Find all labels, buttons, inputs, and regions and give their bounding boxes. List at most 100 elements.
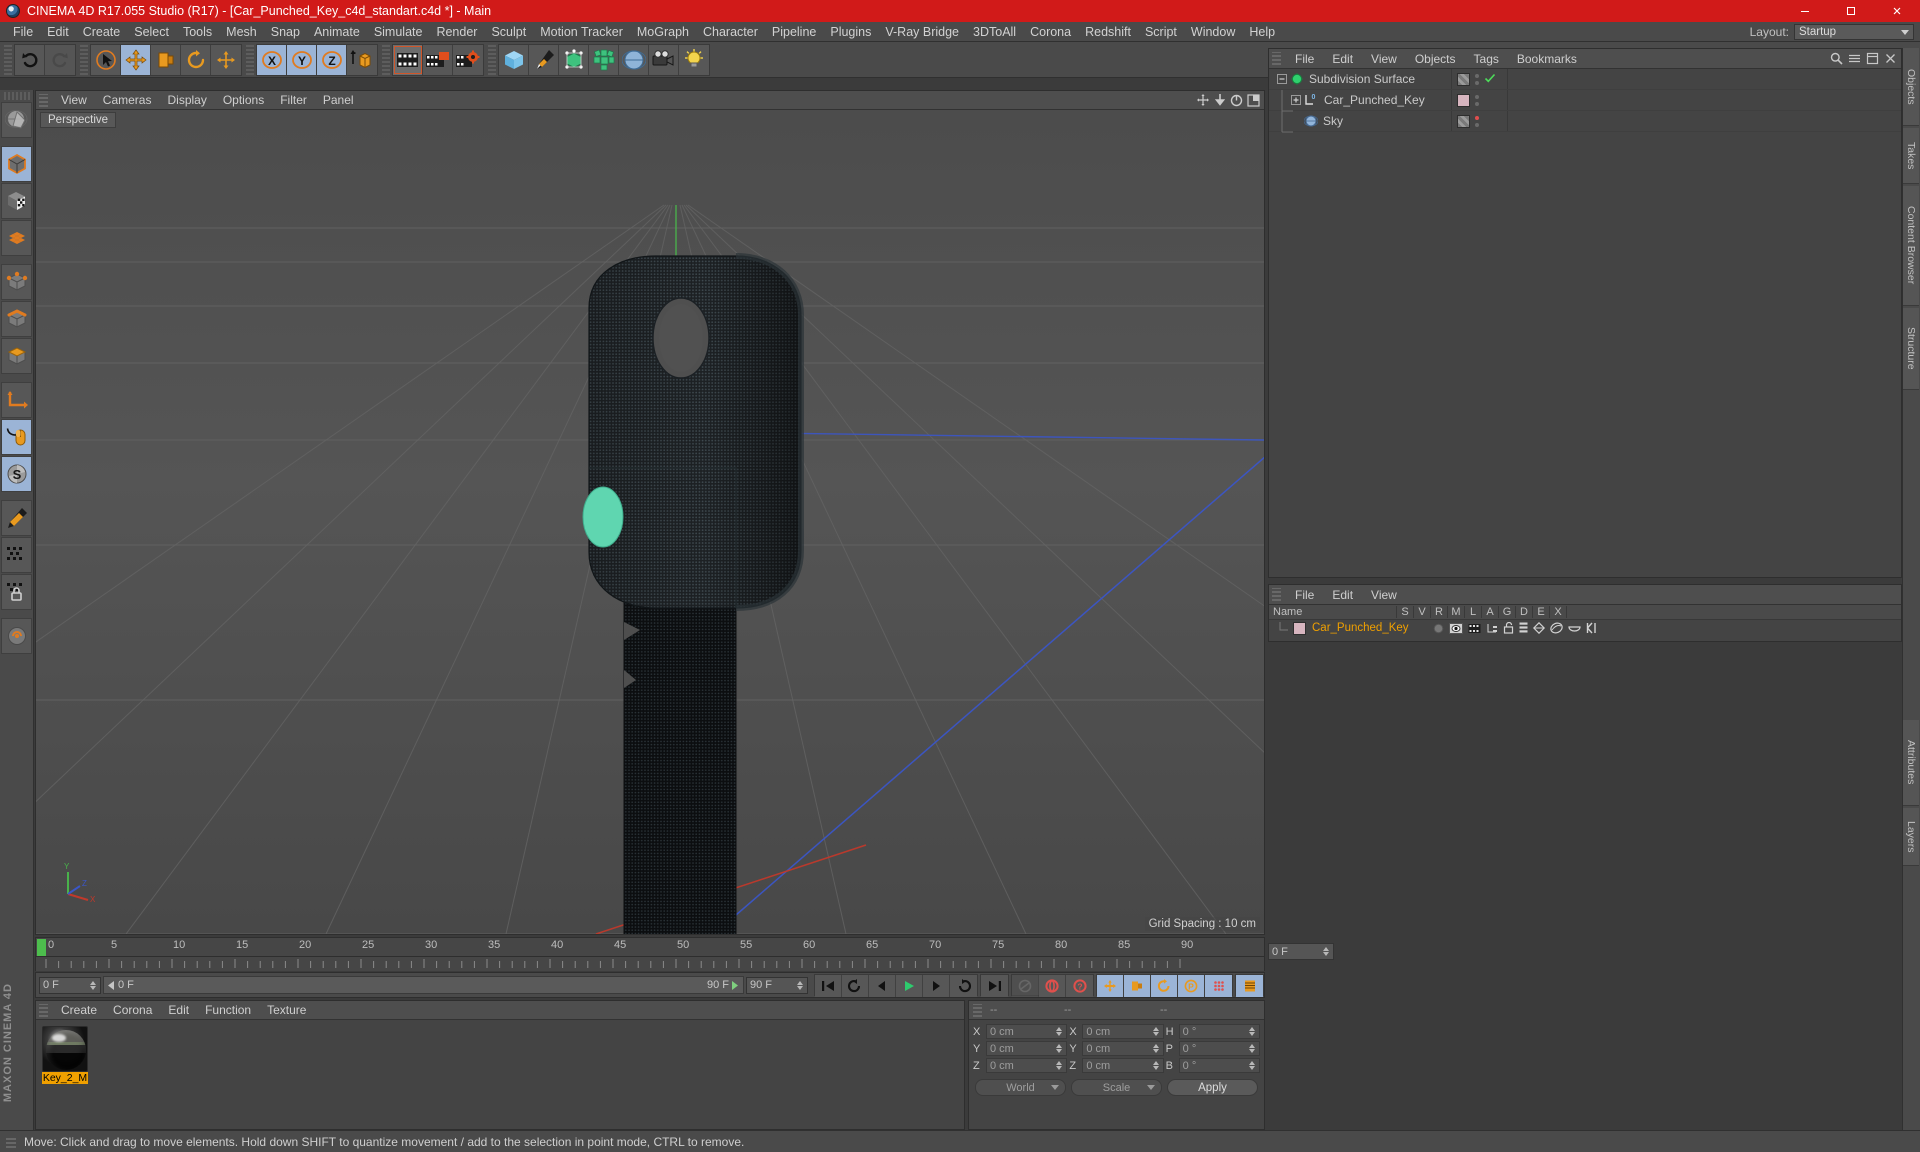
- column-name[interactable]: Name: [1269, 606, 1397, 618]
- spinner-icon[interactable]: [1153, 1026, 1160, 1038]
- viewport-solo-icon[interactable]: [1, 419, 32, 455]
- menu-item-vray-bridge[interactable]: V-Ray Bridge: [878, 22, 966, 42]
- render-picture-viewer-icon[interactable]: [423, 45, 453, 75]
- layout-dropdown[interactable]: Startup: [1794, 24, 1914, 40]
- spinner-icon[interactable]: [1249, 1043, 1256, 1055]
- generator-icon[interactable]: [1533, 622, 1545, 634]
- status-grip[interactable]: [6, 1136, 16, 1148]
- next-key-icon[interactable]: [950, 975, 977, 997]
- spinner-icon[interactable]: [90, 979, 97, 991]
- model-mode-icon[interactable]: [1, 146, 32, 182]
- structure-menu-file[interactable]: File: [1286, 585, 1323, 605]
- menu-item-create[interactable]: Create: [76, 22, 128, 42]
- viewport-menu-filter[interactable]: Filter: [272, 91, 315, 110]
- menu-item-simulate[interactable]: Simulate: [367, 22, 430, 42]
- toolbar-grip-2[interactable]: [80, 45, 88, 75]
- current-frame-field[interactable]: 0 F: [1268, 943, 1334, 960]
- record-active-objects-icon[interactable]: [1012, 975, 1039, 997]
- toolbar-grip[interactable]: [4, 45, 12, 75]
- render-icon[interactable]: [1468, 623, 1481, 634]
- apply-button[interactable]: Apply: [1167, 1079, 1258, 1096]
- snap-settings-icon[interactable]: S: [1, 456, 32, 492]
- tab-attributes[interactable]: Attributes: [1903, 720, 1919, 806]
- time-scrubber[interactable]: 0 F 90 F: [103, 976, 744, 994]
- scale-icon[interactable]: [151, 45, 181, 75]
- light-icon[interactable]: [679, 45, 709, 75]
- menu-item-character[interactable]: Character: [696, 22, 765, 42]
- menu-item-script[interactable]: Script: [1138, 22, 1184, 42]
- menu-item-tools[interactable]: Tools: [176, 22, 219, 42]
- menu-item-sculpt[interactable]: Sculpt: [484, 22, 533, 42]
- pos-z-field[interactable]: 0 cm: [986, 1058, 1067, 1073]
- material-menu-function[interactable]: Function: [197, 1001, 259, 1020]
- sphere-icon[interactable]: [1433, 623, 1444, 634]
- spinner-icon[interactable]: [1323, 946, 1330, 958]
- column-v[interactable]: V: [1414, 606, 1431, 618]
- material-menu-texture[interactable]: Texture: [259, 1001, 314, 1020]
- spinner-icon[interactable]: [1249, 1060, 1256, 1072]
- undo-icon[interactable]: [15, 45, 45, 75]
- points-mode-icon[interactable]: [1, 264, 32, 300]
- render-view-icon[interactable]: [393, 45, 423, 75]
- close-button[interactable]: [1874, 0, 1920, 22]
- keyframe-selection-icon[interactable]: ?: [1066, 975, 1093, 997]
- coordinate-system-dropdown[interactable]: World: [975, 1079, 1066, 1096]
- column-x[interactable]: X: [1550, 606, 1567, 618]
- menu-item-mesh[interactable]: Mesh: [219, 22, 264, 42]
- column-l[interactable]: L: [1465, 606, 1482, 618]
- generator-icon[interactable]: [559, 45, 589, 75]
- spinner-icon[interactable]: [1249, 1026, 1256, 1038]
- column-r[interactable]: R: [1431, 606, 1448, 618]
- render-settings-icon[interactable]: [453, 45, 483, 75]
- rot-p-field[interactable]: 0 °: [1179, 1041, 1260, 1056]
- tab-takes[interactable]: Takes: [1903, 128, 1919, 184]
- toolbar-grip-5[interactable]: [488, 45, 496, 75]
- planar-workplane-icon[interactable]: [1, 574, 32, 610]
- material-menu-edit[interactable]: Edit: [160, 1001, 197, 1020]
- lock-workplane-icon[interactable]: [1, 537, 32, 573]
- spinner-icon[interactable]: [1056, 1060, 1063, 1072]
- material-menu-corona[interactable]: Corona: [105, 1001, 160, 1020]
- select-cursor-icon[interactable]: [91, 45, 121, 75]
- rotate-icon[interactable]: [181, 45, 211, 75]
- scale-key-icon[interactable]: [1124, 975, 1151, 997]
- viewport-menu-view[interactable]: View: [53, 91, 95, 110]
- tab-structure[interactable]: Structure: [1903, 308, 1919, 390]
- go-to-start-icon[interactable]: [815, 975, 842, 997]
- column-a[interactable]: A: [1482, 606, 1499, 618]
- menu-item-animate[interactable]: Animate: [307, 22, 367, 42]
- size-z-field[interactable]: 0 cm: [1082, 1058, 1163, 1073]
- viewport-grip[interactable]: [39, 94, 48, 107]
- start-frame-field[interactable]: 0 F: [39, 977, 101, 994]
- size-x-field[interactable]: 0 cm: [1082, 1024, 1163, 1039]
- point-level-animation-icon[interactable]: [1205, 975, 1232, 997]
- tab-objects[interactable]: Objects: [1903, 48, 1919, 126]
- previous-key-icon[interactable]: [842, 975, 869, 997]
- object-menu-edit[interactable]: Edit: [1323, 49, 1362, 69]
- menu-item-snap[interactable]: Snap: [264, 22, 307, 42]
- timeline-panel-icon[interactable]: [1236, 975, 1263, 997]
- axis-x-icon[interactable]: X: [257, 45, 287, 75]
- axis-modify-icon[interactable]: [1, 382, 32, 418]
- deform-icon[interactable]: [1550, 622, 1563, 634]
- menu-item-corona[interactable]: Corona: [1023, 22, 1078, 42]
- axis-y-icon[interactable]: Y: [287, 45, 317, 75]
- world-object-icon[interactable]: [347, 45, 377, 75]
- menu-item-help[interactable]: Help: [1242, 22, 1282, 42]
- axis-z-icon[interactable]: Z: [317, 45, 347, 75]
- material-menu-create[interactable]: Create: [53, 1001, 105, 1020]
- pos-y-field[interactable]: 0 cm: [986, 1041, 1067, 1056]
- tab-layers[interactable]: Layers: [1903, 808, 1919, 866]
- timeline-ruler[interactable]: 0 5 10 15 20 25 30 35 40 45 50 55 60 65 …: [35, 937, 1265, 957]
- size-y-field[interactable]: 0 cm: [1082, 1041, 1163, 1056]
- menu-item-redshift[interactable]: Redshift: [1078, 22, 1138, 42]
- structure-menu-edit[interactable]: Edit: [1323, 585, 1362, 605]
- structure-menu-view[interactable]: View: [1362, 585, 1406, 605]
- autokeying-icon[interactable]: [1039, 975, 1066, 997]
- material-manager-grip[interactable]: [39, 1004, 48, 1017]
- checker-tag-icon[interactable]: [1457, 73, 1470, 86]
- material-item[interactable]: Key_2_M: [42, 1026, 88, 1084]
- deformer-icon[interactable]: [589, 45, 619, 75]
- toolbar-grip-4[interactable]: [382, 45, 390, 75]
- menu-item-pipeline[interactable]: Pipeline: [765, 22, 823, 42]
